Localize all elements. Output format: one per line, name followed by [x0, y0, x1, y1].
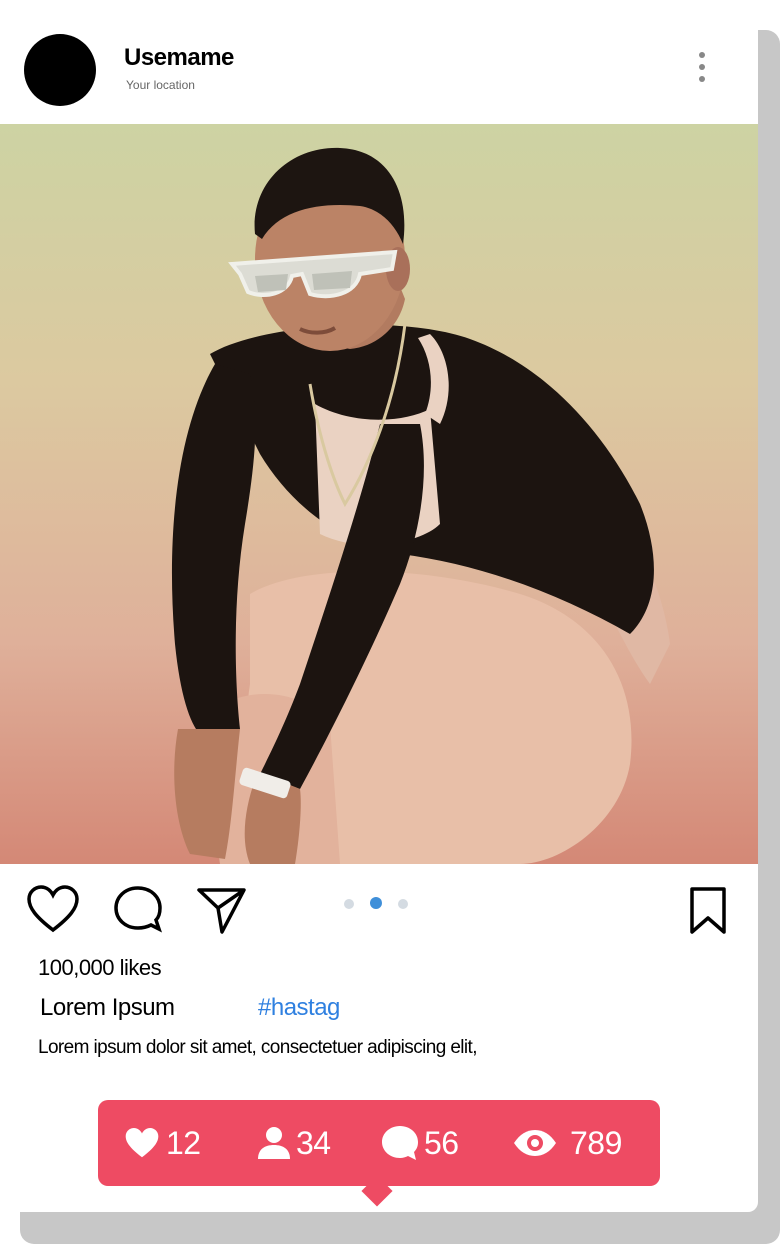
- bookmark-icon[interactable]: [688, 886, 728, 936]
- stat-views-value: 789: [570, 1124, 622, 1161]
- tooltip-tail: [361, 1175, 393, 1207]
- stat-views: 789: [512, 1122, 622, 1164]
- eye-icon: [514, 1130, 556, 1156]
- caption-text: Lorem ipsum dolor sit amet, consectetuer…: [38, 1037, 478, 1058]
- carousel-dot[interactable]: [398, 899, 408, 909]
- heart-filled-icon: [125, 1128, 159, 1158]
- stat-followers: 34: [256, 1122, 331, 1164]
- stats-tooltip: 12 34 56 789: [98, 1100, 660, 1207]
- carousel-dot-active[interactable]: [370, 897, 382, 909]
- stat-comments: 56: [380, 1122, 459, 1164]
- share-icon[interactable]: [196, 884, 248, 936]
- stat-likes: 12: [122, 1122, 201, 1164]
- avatar[interactable]: [24, 34, 96, 106]
- likes-count[interactable]: 100,000 likes: [38, 955, 162, 981]
- person-photo: [171, 147, 670, 864]
- location[interactable]: Your location: [126, 78, 195, 92]
- carousel-dot[interactable]: [344, 899, 354, 909]
- more-options-icon[interactable]: [690, 52, 714, 92]
- heart-icon[interactable]: [26, 884, 80, 934]
- username[interactable]: Usemame: [124, 44, 234, 72]
- stat-likes-value: 12: [166, 1124, 201, 1161]
- comment-icon[interactable]: [112, 884, 164, 934]
- comment-filled-icon: [382, 1126, 418, 1160]
- post-image[interactable]: [0, 124, 758, 864]
- hashtag-link[interactable]: #hastag: [258, 994, 340, 1022]
- stat-comments-value: 56: [424, 1124, 459, 1161]
- user-icon: [258, 1127, 290, 1159]
- carousel-indicator[interactable]: [344, 896, 424, 914]
- caption-username[interactable]: Lorem Ipsum: [40, 994, 175, 1022]
- stat-followers-value: 34: [296, 1124, 331, 1161]
- post-card: Usemame Your location 100,000 likes Lore…: [0, 0, 758, 1212]
